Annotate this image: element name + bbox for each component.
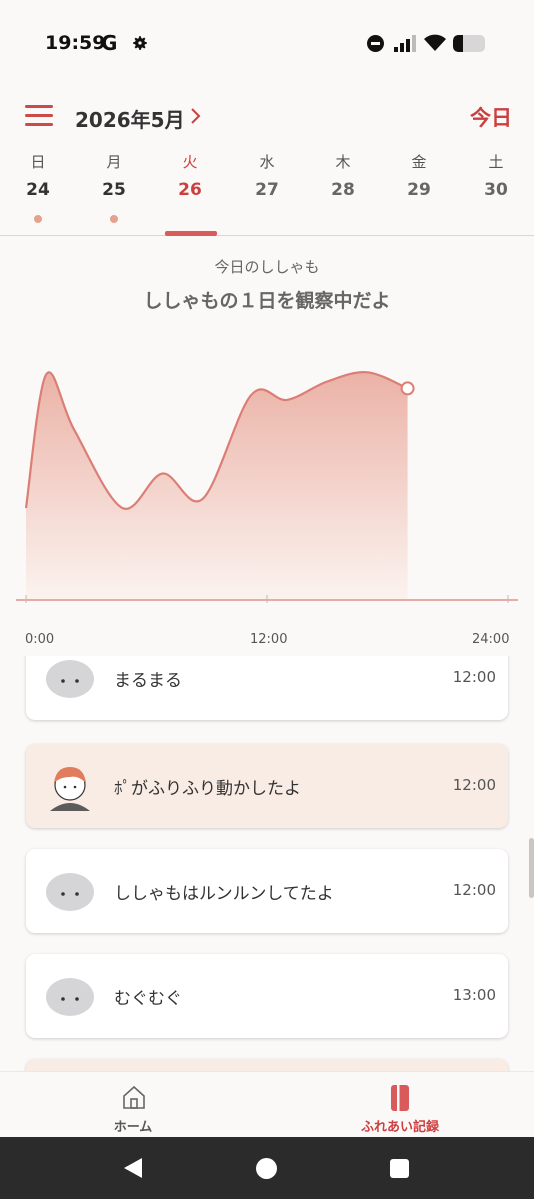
record-card[interactable]: ﾎﾟがふりふり動かしたよ 12:00 [26,744,508,828]
activity-chart [16,371,518,603]
record-time: 13:00 [452,986,496,1004]
record-card[interactable]: むぐむぐ 13:00 [26,954,508,1038]
gear-icon [133,36,147,50]
do-not-disturb-icon [367,35,384,52]
app-header: 2026年5月 今日 [0,88,534,143]
status-time: 19:59 [45,32,106,54]
selected-day-indicator [165,231,217,236]
notebook-icon [391,1085,409,1111]
system-navigation-bar [0,1137,534,1199]
scrollbar-thumb[interactable] [529,838,534,898]
record-time: 12:00 [452,776,496,794]
day-number: 29 [407,180,431,200]
chart-title: ししゃもの１日を観察中だよ [143,290,391,312]
record-card[interactable] [26,1059,508,1071]
record-dot [110,215,118,223]
record-time: 12:00 [452,668,496,686]
day-number: 30 [484,180,508,200]
recents-icon[interactable] [390,1159,409,1178]
current-point [400,381,415,396]
day-number: 27 [255,180,279,200]
day-of-week: 水 [259,153,275,171]
week-strip: 日 24 月 25 火 26 水 27 木 28 金 29 土 30 [0,143,534,236]
status-bar: 19:59 G [0,0,534,88]
nav-home-label: ホーム [113,1120,153,1135]
home-icon [123,1085,145,1109]
chart-area [26,372,408,600]
shishamo-avatar-icon [46,873,94,911]
bottom-navigation: ホーム ふれあい記録 [0,1071,534,1138]
record-text: ﾎﾟがふりふり動かしたよ [114,779,301,799]
record-text: ししゃもはルンルンしてたよ [114,884,334,904]
day-number: 26 [178,180,202,200]
chevron-right-icon[interactable] [188,104,204,128]
day-of-week: 土 [488,153,504,171]
day-of-week: 火 [182,153,198,171]
chart-subtitle: 今日のししゃも [214,258,320,276]
day-number: 24 [26,180,50,200]
back-icon[interactable] [122,1157,144,1179]
record-dot [34,215,42,223]
day-of-week: 木 [335,153,351,171]
day-of-week: 日 [30,153,46,171]
user-avatar-icon [50,767,90,811]
record-text: むぐむぐ [114,989,182,1009]
wifi-icon [424,34,446,51]
record-card[interactable]: ししゃもはルンルンしてたよ 12:00 [26,849,508,933]
nav-records-label: ふれあい記録 [360,1120,439,1135]
record-card[interactable]: まるまる 12:00 [26,656,508,720]
shishamo-avatar-icon [46,978,94,1016]
record-text: まるまる [114,671,182,691]
shishamo-avatar-icon [46,660,94,698]
today-button[interactable]: 今日 [470,102,512,132]
x-tick-label: 12:00 [250,632,288,647]
home-button-icon[interactable] [256,1158,277,1179]
day-of-week: 金 [411,153,427,171]
month-label: 2026年5月 [75,108,185,132]
day-of-week: 月 [106,153,122,171]
record-time: 12:00 [452,881,496,899]
signal-icon [394,35,416,52]
x-tick-label: 0:00 [25,632,55,647]
record-list[interactable]: まるまる 12:00 ﾎﾟがふりふり動かしたよ 12:00 ししゃもはルンルンし… [0,656,534,1071]
google-icon: G [101,31,118,55]
menu-icon[interactable] [25,105,53,127]
battery-icon [453,35,485,52]
x-tick-label: 24:00 [472,632,510,647]
day-number: 28 [331,180,355,200]
day-number: 25 [102,180,126,200]
